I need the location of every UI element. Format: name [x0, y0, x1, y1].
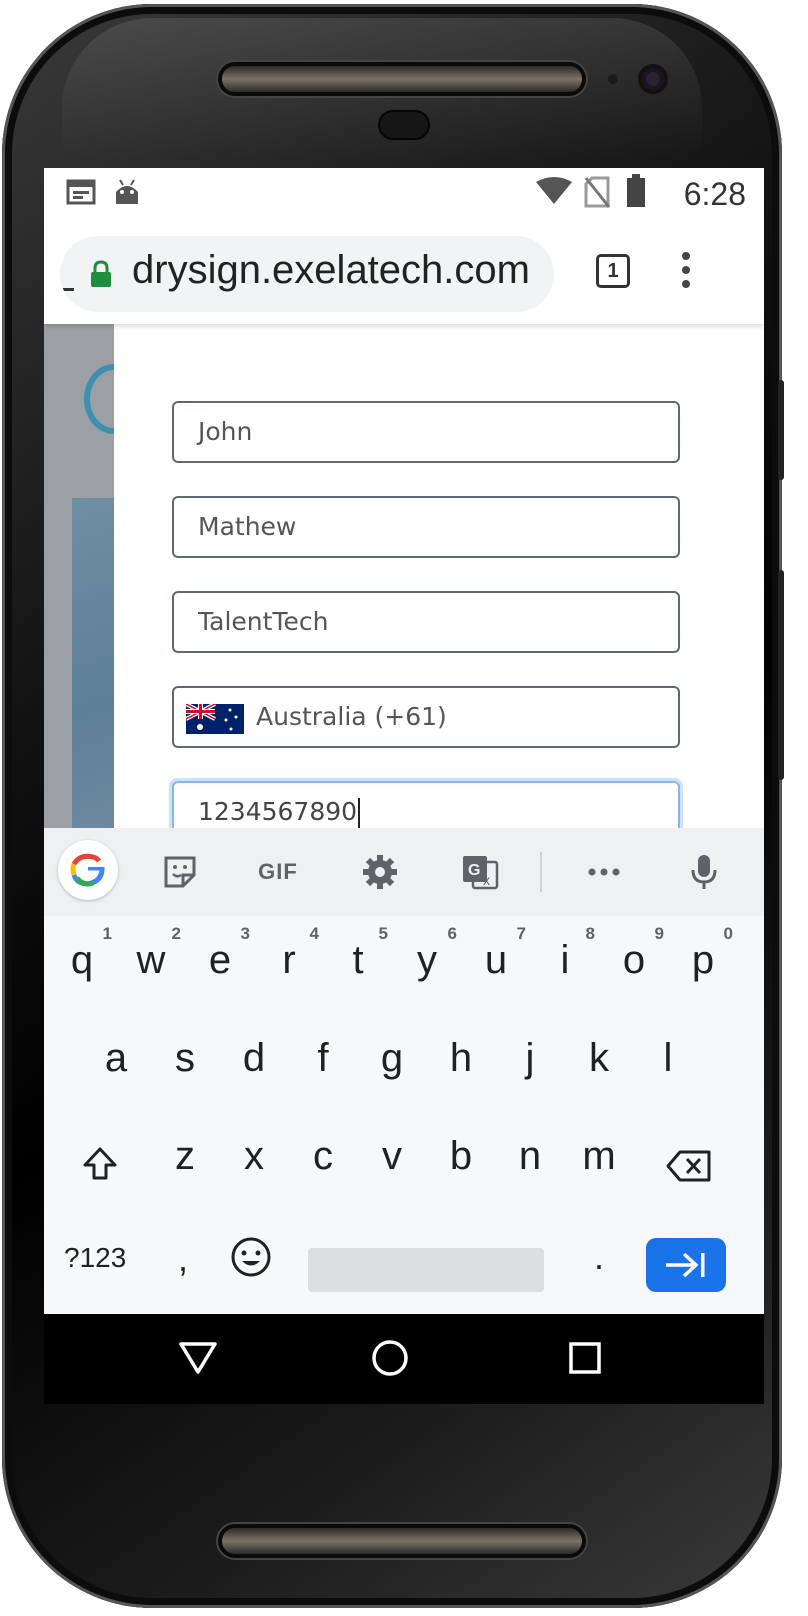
- wifi-icon: [536, 177, 572, 204]
- svg-text:x: x: [483, 872, 490, 888]
- toolbar-divider: [540, 852, 542, 892]
- sticker-icon[interactable]: [158, 850, 202, 894]
- symbols-key[interactable]: ?123: [64, 1242, 126, 1274]
- key-q[interactable]: q1: [48, 924, 116, 1012]
- url-text[interactable]: drysign.exelatech.com: [132, 248, 530, 293]
- android-icon: [116, 179, 138, 204]
- shift-key[interactable]: [64, 1120, 136, 1208]
- earpiece-slot: [380, 112, 428, 138]
- clock: 6:28: [683, 176, 746, 212]
- key-o[interactable]: o9: [600, 924, 668, 1012]
- google-icon[interactable]: [58, 840, 118, 900]
- australia-flag-icon: [186, 704, 244, 734]
- gif-label: GIF: [258, 859, 298, 884]
- svg-text:G: G: [468, 862, 480, 879]
- url-leading-mark: [60, 288, 74, 291]
- browser-menu-icon[interactable]: [674, 248, 698, 292]
- key-e[interactable]: e3: [186, 924, 254, 1012]
- space-key[interactable]: [308, 1248, 544, 1292]
- lock-icon: [91, 260, 111, 287]
- last-name-field[interactable]: Mathew: [172, 496, 680, 558]
- battery-icon: [627, 174, 645, 207]
- no-sim-icon: [584, 176, 610, 208]
- recents-icon[interactable]: [568, 1341, 602, 1375]
- shift-icon: [83, 1147, 117, 1180]
- calendar-icon: [66, 179, 96, 205]
- background-image-fragment: [72, 498, 114, 844]
- power-button: [778, 570, 784, 780]
- country-select[interactable]: Australia (+61): [172, 686, 680, 748]
- address-bar[interactable]: drysign.exelatech.com: [60, 236, 554, 312]
- gif-button[interactable]: GIF: [250, 850, 306, 894]
- comma-key[interactable]: ,: [178, 1238, 188, 1280]
- emoji-icon: [231, 1237, 271, 1277]
- key-x[interactable]: x: [220, 1120, 288, 1208]
- key-r[interactable]: r4: [255, 924, 323, 1012]
- backspace-key[interactable]: [654, 1120, 730, 1208]
- screen: 6:28 drysign.exelatech.com 1 John Mathew…: [44, 168, 764, 1404]
- country-value: Australia (+61): [256, 702, 447, 731]
- key-z[interactable]: z: [151, 1120, 219, 1208]
- volume-button: [778, 380, 784, 480]
- more-icon[interactable]: [584, 850, 624, 894]
- key-s[interactable]: s: [151, 1022, 219, 1110]
- first-name-field[interactable]: John: [172, 401, 680, 463]
- key-v[interactable]: v: [358, 1120, 426, 1208]
- phone-value: 1234567890: [198, 797, 358, 826]
- text-caret: [358, 798, 361, 828]
- key-d[interactable]: d: [220, 1022, 288, 1110]
- keyboard-toolbar: GIF G x: [44, 828, 764, 916]
- tab-switcher-button[interactable]: 1: [596, 254, 630, 288]
- tab-next-icon: [666, 1252, 705, 1278]
- back-icon[interactable]: [178, 1340, 218, 1376]
- translate-icon[interactable]: G x: [458, 850, 502, 894]
- key-h[interactable]: h: [427, 1022, 495, 1110]
- key-t[interactable]: t5: [324, 924, 392, 1012]
- soft-keyboard: GIF G x q 1 w 2 e 3 r 4 t 5 y 6 u 7 i 8 …: [44, 828, 764, 1314]
- key-y[interactable]: y6: [393, 924, 461, 1012]
- key-p[interactable]: p0: [669, 924, 737, 1012]
- mic-icon[interactable]: [686, 850, 722, 894]
- navigation-bar: [44, 1314, 764, 1404]
- home-icon[interactable]: [370, 1338, 410, 1378]
- proximity-sensor: [608, 74, 618, 84]
- key-u[interactable]: u7: [462, 924, 530, 1012]
- top-speaker: [222, 66, 582, 92]
- backspace-icon: [666, 1150, 711, 1182]
- emoji-key[interactable]: [230, 1236, 272, 1283]
- next-field-key[interactable]: [646, 1238, 726, 1292]
- key-a[interactable]: a: [82, 1022, 150, 1110]
- key-k[interactable]: k: [565, 1022, 633, 1110]
- key-w[interactable]: w2: [117, 924, 185, 1012]
- company-field[interactable]: TalentTech: [172, 591, 680, 653]
- key-m[interactable]: m: [565, 1120, 633, 1208]
- bottom-speaker: [222, 1528, 582, 1554]
- key-n[interactable]: n: [496, 1120, 564, 1208]
- key-j[interactable]: j: [496, 1022, 564, 1110]
- settings-icon[interactable]: [358, 850, 402, 894]
- key-c[interactable]: c: [289, 1120, 357, 1208]
- key-g[interactable]: g: [358, 1022, 426, 1110]
- period-key[interactable]: .: [594, 1236, 604, 1278]
- key-f[interactable]: f: [289, 1022, 357, 1110]
- front-camera: [642, 68, 664, 90]
- key-b[interactable]: b: [427, 1120, 495, 1208]
- status-bar: 6:28: [44, 168, 764, 224]
- browser-toolbar: drysign.exelatech.com 1: [44, 224, 764, 324]
- key-i[interactable]: i8: [531, 924, 599, 1012]
- key-l[interactable]: l: [634, 1022, 702, 1110]
